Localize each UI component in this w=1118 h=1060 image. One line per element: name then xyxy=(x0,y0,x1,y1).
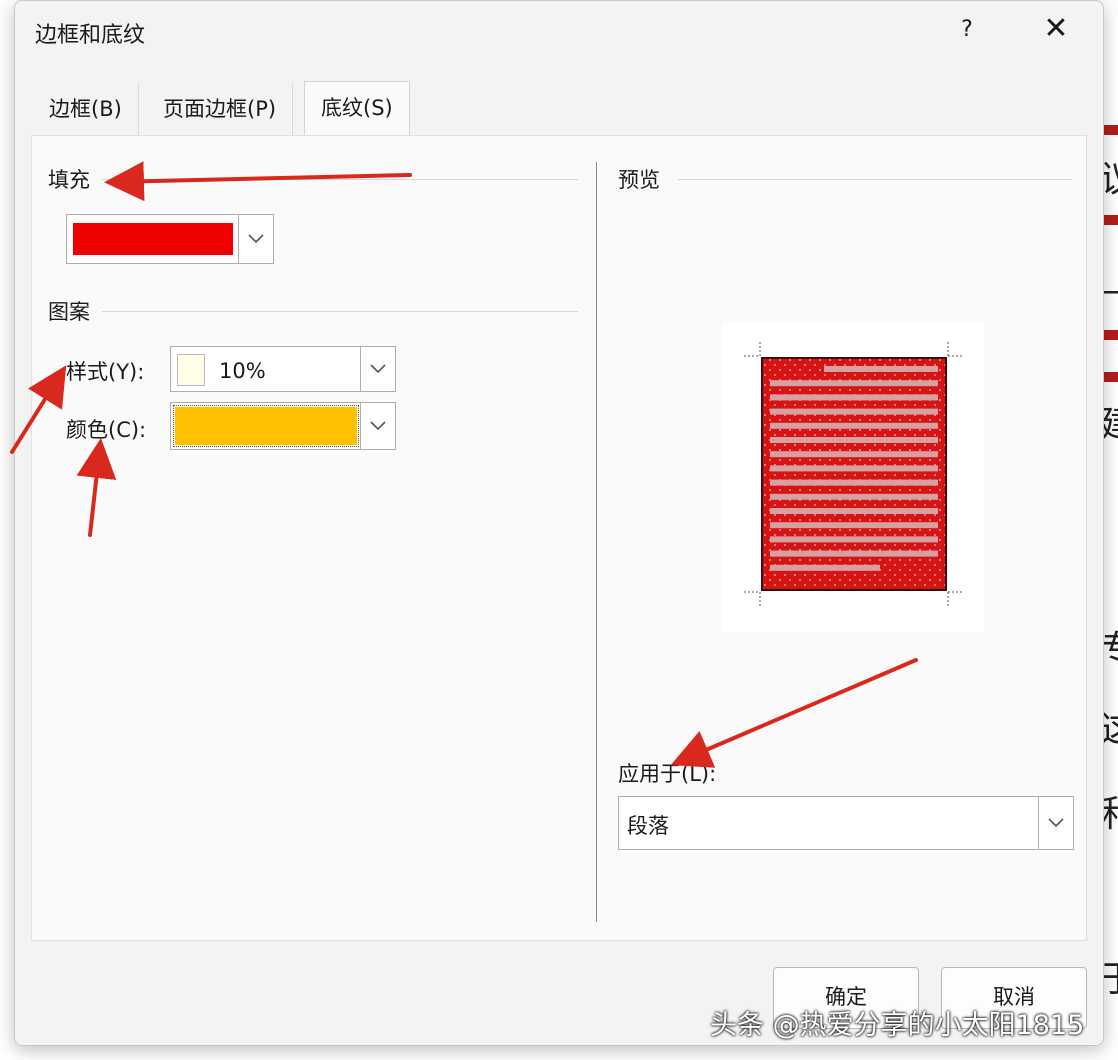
tab-page-border[interactable]: 页面边框(P) xyxy=(147,83,294,135)
preview-text-line xyxy=(770,408,938,415)
preview-area xyxy=(722,322,984,632)
preview-text-line xyxy=(770,422,938,429)
apply-to-value: 段落 xyxy=(627,814,669,838)
background-document-bottom xyxy=(560,1040,1100,1060)
chevron-down-icon xyxy=(1038,797,1073,849)
preview-text-line xyxy=(770,522,938,529)
preview-text-line xyxy=(770,564,880,571)
pattern-group-label: 图案 xyxy=(48,300,90,324)
dialog-title: 边框和底纹 xyxy=(35,23,146,48)
fill-group-label: 填充 xyxy=(48,168,90,192)
shading-panel: 填充 图案 样式(Y): 10% 颜色(C): 预览 应用于(L): 段落 xyxy=(31,135,1087,941)
apply-to-label: 应用于(L): xyxy=(618,762,717,786)
help-button[interactable]: ? xyxy=(955,17,979,42)
preview-text-line xyxy=(770,451,938,458)
pattern-style-swatch xyxy=(177,354,205,386)
chevron-down-icon xyxy=(238,215,273,263)
preview-text-line xyxy=(770,465,938,472)
preview-text-line xyxy=(770,550,938,557)
close-button[interactable]: ✕ xyxy=(1041,13,1071,45)
pattern-color-label: 颜色(C): xyxy=(66,418,147,442)
watermark-text: 头条 @热爱分享的小太阳1815 xyxy=(710,1010,1085,1041)
preview-group-label: 预览 xyxy=(618,168,660,192)
pattern-style-value: 10% xyxy=(219,359,266,383)
tab-borders[interactable]: 边框(B) xyxy=(33,83,139,135)
panel-separator xyxy=(596,162,597,922)
preview-text-line xyxy=(770,394,938,401)
preview-text-line xyxy=(770,479,938,486)
chevron-down-icon xyxy=(360,403,395,449)
preview-text-line xyxy=(824,366,938,372)
preview-page xyxy=(744,342,964,608)
tab-shading[interactable]: 底纹(S) xyxy=(304,81,410,138)
borders-and-shading-dialog: 边框和底纹 ? ✕ 边框(B) 页面边框(P) 底纹(S) 填充 图案 样式(Y… xyxy=(14,0,1104,1046)
pattern-color-swatch xyxy=(173,405,359,447)
preview-text-line xyxy=(770,493,938,500)
chevron-down-icon xyxy=(360,347,395,391)
preview-text-line xyxy=(770,380,938,387)
pattern-divider xyxy=(102,311,578,312)
preview-text-line xyxy=(770,437,938,443)
preview-text-line xyxy=(770,536,938,543)
pattern-color-dropdown[interactable] xyxy=(170,402,396,450)
style-label: 样式(Y): xyxy=(66,360,145,384)
pattern-style-dropdown[interactable]: 10% xyxy=(170,346,396,392)
preview-text-line xyxy=(770,508,938,514)
apply-to-dropdown[interactable]: 段落 xyxy=(618,796,1074,850)
preview-divider xyxy=(678,179,1072,180)
fill-color-dropdown[interactable] xyxy=(66,214,274,264)
fill-divider xyxy=(102,179,578,180)
fill-color-swatch xyxy=(73,223,233,255)
